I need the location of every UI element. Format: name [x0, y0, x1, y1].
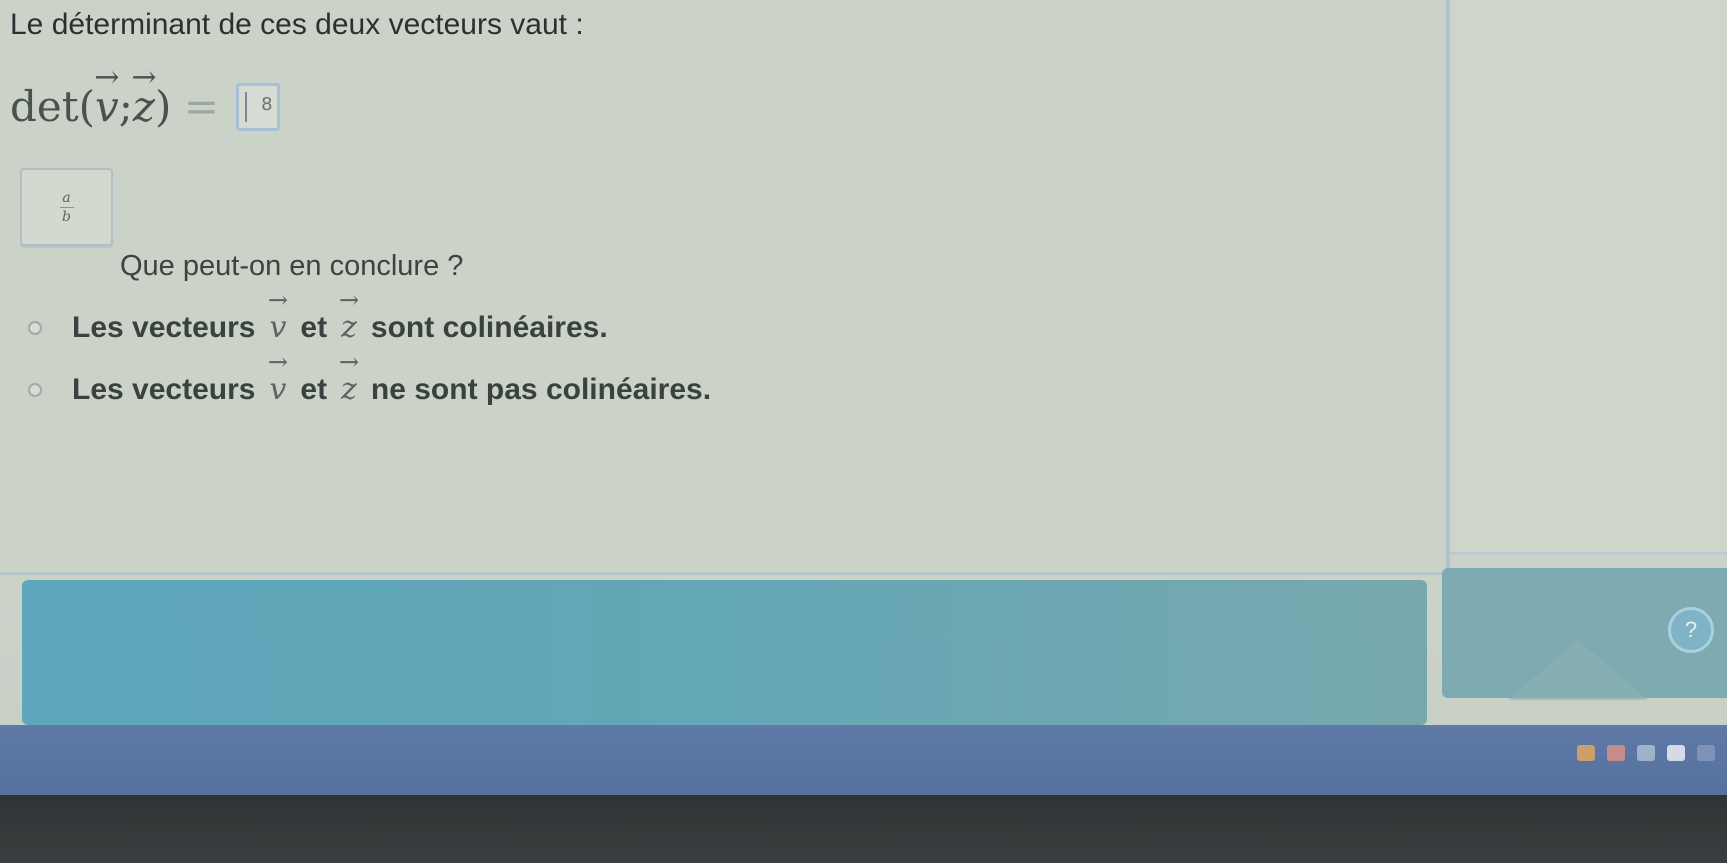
side-panel: [1450, 0, 1727, 555]
determinant-expression: det(v;z) = 8: [10, 82, 280, 162]
fraction-button[interactable]: a b: [20, 168, 113, 246]
fraction-bar: [59, 206, 74, 208]
option-vector-z: z: [341, 310, 357, 345]
triangle-decoration: [1508, 640, 1648, 700]
tray-battery-icon[interactable]: [1667, 745, 1685, 761]
monitor-bezel: [0, 795, 1727, 863]
radio-button[interactable]: [28, 320, 42, 335]
option-prefix: Les vecteurs: [72, 310, 256, 344]
fraction-denominator: b: [62, 208, 71, 225]
system-tray: [1577, 745, 1715, 761]
option-mid: et: [300, 310, 328, 344]
open-paren: (: [78, 82, 96, 131]
tray-app-icon[interactable]: [1577, 745, 1595, 761]
close-paren: ): [155, 82, 172, 131]
equals-sign: =: [183, 82, 220, 131]
option-vector-v: v: [269, 310, 286, 345]
vector-v: v: [95, 82, 119, 131]
screen: Le déterminant de ces deux vecteurs vaut…: [0, 0, 1727, 863]
option-mid: et: [300, 372, 328, 406]
option-suffix: ne sont pas colinéaires.: [370, 372, 712, 406]
tray-network-icon[interactable]: [1607, 745, 1625, 761]
text-cursor: [244, 91, 247, 122]
det-label: det: [10, 82, 79, 131]
answer-input[interactable]: 8: [235, 82, 280, 131]
option-colineaires[interactable]: Les vecteurs v et z sont colinéaires.: [28, 310, 608, 345]
taskbar: [0, 725, 1727, 795]
fraction-numerator: a: [62, 189, 71, 206]
help-icon[interactable]: ?: [1668, 607, 1714, 653]
vector-z: z: [133, 82, 155, 131]
option-suffix: sont colinéaires.: [370, 310, 608, 344]
question-panel: Le déterminant de ces deux vecteurs vaut…: [0, 0, 1450, 575]
answer-hint: 8: [261, 93, 273, 115]
tray-volume-icon[interactable]: [1637, 745, 1655, 761]
sub-question: Que peut-on en conclure ?: [120, 250, 464, 282]
option-non-colineaires[interactable]: Les vecteurs v et z ne sont pas colinéai…: [28, 372, 711, 407]
option-vector-z: z: [341, 372, 357, 407]
option-prefix: Les vecteurs: [72, 372, 256, 406]
option-vector-v: v: [269, 372, 286, 407]
radio-button[interactable]: [28, 382, 42, 397]
tray-clock-icon[interactable]: [1697, 745, 1715, 761]
validate-button[interactable]: [22, 580, 1427, 725]
prompt-text: Le déterminant de ces deux vecteurs vaut…: [10, 8, 584, 41]
